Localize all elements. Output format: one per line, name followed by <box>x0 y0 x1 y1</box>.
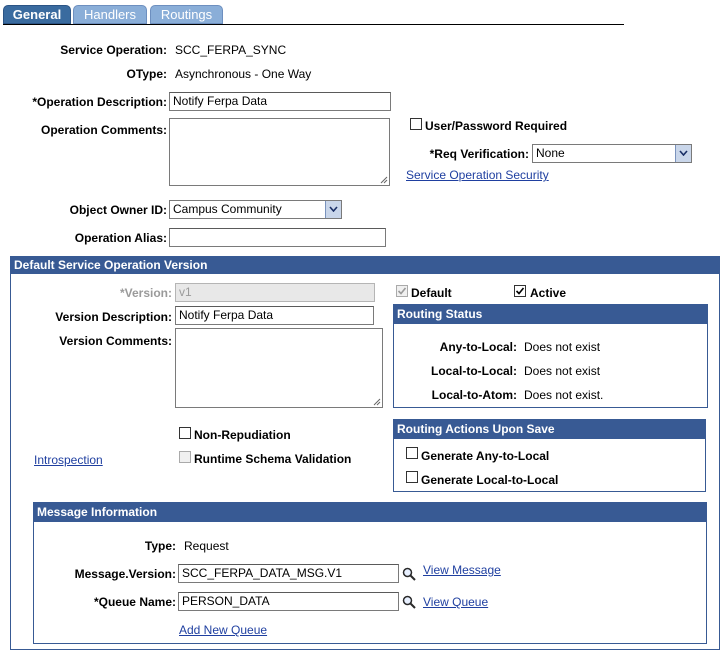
tab-routings[interactable]: Routings <box>150 5 223 24</box>
operation-description-input[interactable]: Notify Ferpa Data <box>169 92 391 111</box>
local-to-local-label: Local-to-Local: <box>431 364 517 378</box>
tab-handlers[interactable]: Handlers <box>73 5 147 24</box>
version-description-input[interactable]: Notify Ferpa Data <box>175 306 374 325</box>
view-message-link[interactable]: View Message <box>423 563 501 577</box>
generate-any-to-local-label: Generate Any-to-Local <box>421 449 550 463</box>
non-repudiation-label: Non-Repudiation <box>194 428 291 442</box>
service-operation-label: Service Operation: <box>60 43 167 57</box>
non-repudiation-checkbox[interactable] <box>179 427 191 439</box>
operation-comments-textarea[interactable] <box>169 118 390 186</box>
resize-grip-icon[interactable] <box>380 176 388 184</box>
operation-alias-input[interactable] <box>169 228 386 247</box>
checkmark-icon <box>397 287 407 295</box>
version-section-header: Default Service Operation Version <box>10 256 720 274</box>
operation-comments-label: Operation Comments: <box>40 123 167 137</box>
service-operation-security-link[interactable]: Service Operation Security <box>406 168 549 182</box>
operation-alias-label: Operation Alias: <box>74 231 167 245</box>
service-operation-value: SCC_FERPA_SYNC <box>175 43 287 57</box>
local-to-atom-value: Does not exist. <box>524 388 604 402</box>
message-version-label: Message.Version: <box>74 567 176 581</box>
message-version-input[interactable]: SCC_FERPA_DATA_MSG.V1 <box>178 564 399 583</box>
object-owner-select[interactable]: Campus Community <box>169 200 342 219</box>
checkmark-icon <box>515 287 525 295</box>
queue-name-input[interactable]: PERSON_DATA <box>178 592 399 611</box>
message-type-value: Request <box>184 539 229 553</box>
active-checkbox[interactable] <box>514 285 526 297</box>
version-input: v1 <box>175 283 375 302</box>
runtime-schema-checkbox <box>179 451 191 463</box>
user-password-label: User/Password Required <box>425 119 568 133</box>
version-description-label: Version Description: <box>55 310 172 324</box>
version-label: *Version: <box>119 286 172 300</box>
introspection-link[interactable]: Introspection <box>34 453 103 467</box>
generate-local-to-local-checkbox[interactable] <box>406 471 418 483</box>
active-label: Active <box>530 286 567 300</box>
local-to-local-value: Does not exist <box>524 364 601 378</box>
routing-actions-header: Routing Actions Upon Save <box>393 419 706 439</box>
default-checkbox <box>396 285 408 297</box>
req-verification-label: *Req Verification: <box>429 147 529 161</box>
routing-status-header: Routing Status <box>393 304 708 324</box>
generate-any-to-local-checkbox[interactable] <box>406 447 418 459</box>
tab-general[interactable]: General <box>3 5 71 24</box>
version-comments-textarea[interactable] <box>175 328 383 408</box>
tab-underline <box>3 24 624 25</box>
req-verification-select[interactable]: None <box>532 144 692 163</box>
chevron-down-icon[interactable] <box>675 145 691 162</box>
resize-grip-icon[interactable] <box>373 398 381 406</box>
otype-label: OType: <box>126 67 167 81</box>
search-icon[interactable] <box>402 595 416 609</box>
local-to-atom-label: Local-to-Atom: <box>431 388 517 402</box>
object-owner-value: Campus Community <box>173 202 282 216</box>
version-comments-label: Version Comments: <box>59 334 172 348</box>
add-new-queue-link[interactable]: Add New Queue <box>179 623 267 637</box>
queue-name-label: *Queue Name: <box>93 595 176 609</box>
req-verification-value: None <box>536 146 565 160</box>
message-info-header: Message Information <box>33 502 707 522</box>
generate-local-to-local-label: Generate Local-to-Local <box>421 473 559 487</box>
runtime-schema-label: Runtime Schema Validation <box>194 452 352 466</box>
operation-description-label: *Operation Description: <box>32 95 167 109</box>
search-icon[interactable] <box>402 567 416 581</box>
object-owner-label: Object Owner ID: <box>69 203 167 217</box>
otype-value: Asynchronous - One Way <box>175 67 312 81</box>
default-label: Default <box>411 286 452 300</box>
any-to-local-value: Does not exist <box>524 340 601 354</box>
chevron-down-icon[interactable] <box>325 201 341 218</box>
user-password-checkbox[interactable] <box>410 118 422 130</box>
message-type-label: Type: <box>144 539 176 553</box>
any-to-local-label: Any-to-Local: <box>439 340 517 354</box>
view-queue-link[interactable]: View Queue <box>423 595 488 609</box>
